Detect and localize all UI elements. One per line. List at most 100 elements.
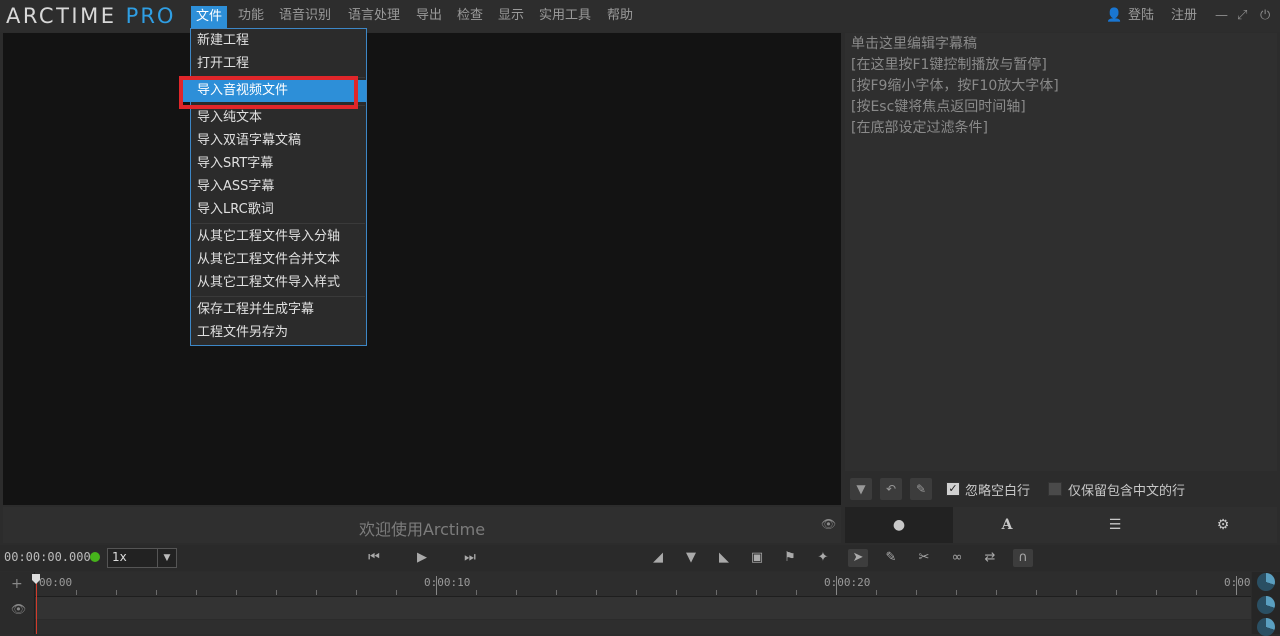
- speed-select[interactable]: 1x ▼: [107, 548, 177, 568]
- annotation-highlight-box: [179, 76, 358, 109]
- ruler-tick: [436, 576, 437, 595]
- menu-file[interactable]: 文件: [191, 6, 228, 28]
- register-link[interactable]: 注册: [1171, 7, 1197, 25]
- edit-icon[interactable]: ✎: [881, 549, 901, 567]
- menu-item-import-srt[interactable]: 导入SRT字幕: [197, 154, 273, 174]
- ruler-tick: [1076, 590, 1077, 595]
- menu-item-save-as[interactable]: 工程文件另存为: [197, 323, 288, 343]
- playhead[interactable]: [36, 578, 37, 634]
- eye-icon[interactable]: 👁: [821, 517, 836, 531]
- menu-item-open-project[interactable]: 打开工程: [197, 54, 249, 74]
- camera-icon[interactable]: ▣: [747, 549, 767, 567]
- menu-item-import-lrc[interactable]: 导入LRC歌词: [197, 200, 274, 220]
- eye-icon[interactable]: 👁: [11, 602, 26, 616]
- scissors-icon[interactable]: ✂: [914, 549, 934, 567]
- timeline[interactable]: + 👁 00:00 0:00:10 0:00:20 0:00:: [0, 572, 1280, 636]
- collapse-icon[interactable]: ▼: [850, 478, 872, 500]
- subtitle-editor[interactable]: 单击这里编辑字幕稿 [在这里按F1键控制播放与暂停] [按F9缩小字体，按F10…: [845, 33, 1277, 471]
- video-preview[interactable]: [3, 33, 841, 505]
- settings-icon[interactable]: ⚙: [1169, 507, 1277, 543]
- ruler-tick: [476, 590, 477, 595]
- ruler-tick: [316, 590, 317, 595]
- subtitle-line: [按Esc键将焦点返回时间轴]: [851, 99, 1026, 115]
- chat-icon[interactable]: ●: [845, 507, 953, 543]
- skip-back-icon[interactable]: ⏮: [364, 549, 384, 567]
- chinese-only-checkbox[interactable]: [1048, 482, 1062, 496]
- ruler-tick: [116, 590, 117, 595]
- ruler-tick: [1116, 590, 1117, 595]
- chevron-down-icon[interactable]: ▼: [157, 549, 176, 567]
- menu-item-save-generate[interactable]: 保存工程并生成字幕: [197, 300, 314, 320]
- login-link[interactable]: 登陆: [1128, 7, 1154, 25]
- menu-display[interactable]: 显示: [493, 0, 529, 32]
- ruler-tick: [716, 590, 717, 595]
- ruler-tick: [1156, 590, 1157, 595]
- ruler-tick: [156, 590, 157, 595]
- time-ruler[interactable]: 00:00 0:00:10 0:00:20 0:00:: [35, 572, 1257, 597]
- menu-item-import-timing[interactable]: 从其它工程文件导入分轴: [197, 227, 340, 247]
- menu-item-import-bilingual[interactable]: 导入双语字幕文稿: [197, 131, 301, 151]
- menu-item-merge-text[interactable]: 从其它工程文件合并文本: [197, 250, 340, 270]
- link-icon[interactable]: ∞: [947, 549, 967, 567]
- subtitle-track[interactable]: [35, 597, 1251, 619]
- ruler-tick: [396, 590, 397, 595]
- audio-track[interactable]: [35, 620, 1251, 634]
- magic-wand-icon[interactable]: ✦: [813, 549, 833, 567]
- ruler-tick: [996, 590, 997, 595]
- play-icon[interactable]: ▶: [412, 549, 432, 567]
- ruler-tick: [76, 590, 77, 595]
- maximize-icon[interactable]: ⤢: [1237, 7, 1247, 25]
- time-label: 00:00: [39, 576, 73, 589]
- ruler-tick: [836, 576, 837, 595]
- undo-icon[interactable]: ↶: [880, 478, 902, 500]
- mark-start-icon[interactable]: ◢: [648, 549, 668, 567]
- ruler-tick: [596, 590, 597, 595]
- magnet-icon[interactable]: ∩: [1013, 549, 1033, 567]
- status-dot: [90, 552, 100, 562]
- ruler-tick: [636, 590, 637, 595]
- subtitle-line: [按F9缩小字体，按F10放大字体]: [851, 78, 1059, 94]
- menu-export[interactable]: 导出: [411, 0, 447, 32]
- ruler-tick: [1196, 590, 1197, 595]
- mark-down-icon[interactable]: ▼: [681, 549, 701, 567]
- ruler-tick: [276, 590, 277, 595]
- menu-item-new-project[interactable]: 新建工程: [197, 31, 249, 51]
- ruler-tick: [796, 590, 797, 595]
- ruler-tick: [236, 590, 237, 595]
- zoom-knob[interactable]: [1257, 573, 1275, 591]
- mark-end-icon[interactable]: ◣: [714, 549, 734, 567]
- menu-tools[interactable]: 实用工具: [534, 0, 596, 32]
- add-track-icon[interactable]: +: [11, 576, 23, 592]
- ignore-blank-checkbox[interactable]: ✓: [946, 482, 960, 496]
- speed-value: 1x: [112, 550, 127, 564]
- menu-item-import-text[interactable]: 导入纯文本: [197, 108, 262, 128]
- power-icon[interactable]: ⏻: [1260, 7, 1270, 25]
- ruler-tick: [956, 590, 957, 595]
- editor-tabs: ● A ☰ ⚙: [845, 507, 1277, 543]
- menu-separator: [192, 223, 365, 224]
- list-icon[interactable]: ☰: [1061, 507, 1169, 543]
- time-label: 0:00:10: [424, 576, 471, 589]
- swap-icon[interactable]: ⇄: [980, 549, 1000, 567]
- menu-separator: [192, 296, 365, 297]
- ruler-tick: [756, 590, 757, 595]
- bookmark-icon[interactable]: ⚑: [780, 549, 800, 567]
- minimize-icon[interactable]: —: [1215, 7, 1228, 25]
- menu-item-import-ass[interactable]: 导入ASS字幕: [197, 177, 274, 197]
- video-status-bar: 欢迎使用Arctime 👁: [3, 507, 841, 543]
- user-icon: 👤: [1106, 8, 1123, 23]
- zoom-knob[interactable]: [1257, 618, 1275, 636]
- menu-item-import-style[interactable]: 从其它工程文件导入样式: [197, 273, 340, 293]
- ruler-tick: [876, 590, 877, 595]
- pencil-icon[interactable]: ✎: [910, 478, 932, 500]
- zoom-knob[interactable]: [1257, 596, 1275, 614]
- font-style-icon[interactable]: A: [953, 507, 1061, 543]
- skip-forward-icon[interactable]: ⏭: [460, 549, 480, 567]
- ruler-tick: [676, 590, 677, 595]
- welcome-text: 欢迎使用Arctime: [358, 520, 486, 539]
- pointer-icon[interactable]: ➤: [848, 549, 868, 567]
- chinese-only-label: 仅保留包含中文的行: [1068, 484, 1186, 499]
- menu-help[interactable]: 帮助: [602, 0, 638, 32]
- menu-check[interactable]: 检查: [452, 0, 488, 32]
- ruler-tick: [916, 590, 917, 595]
